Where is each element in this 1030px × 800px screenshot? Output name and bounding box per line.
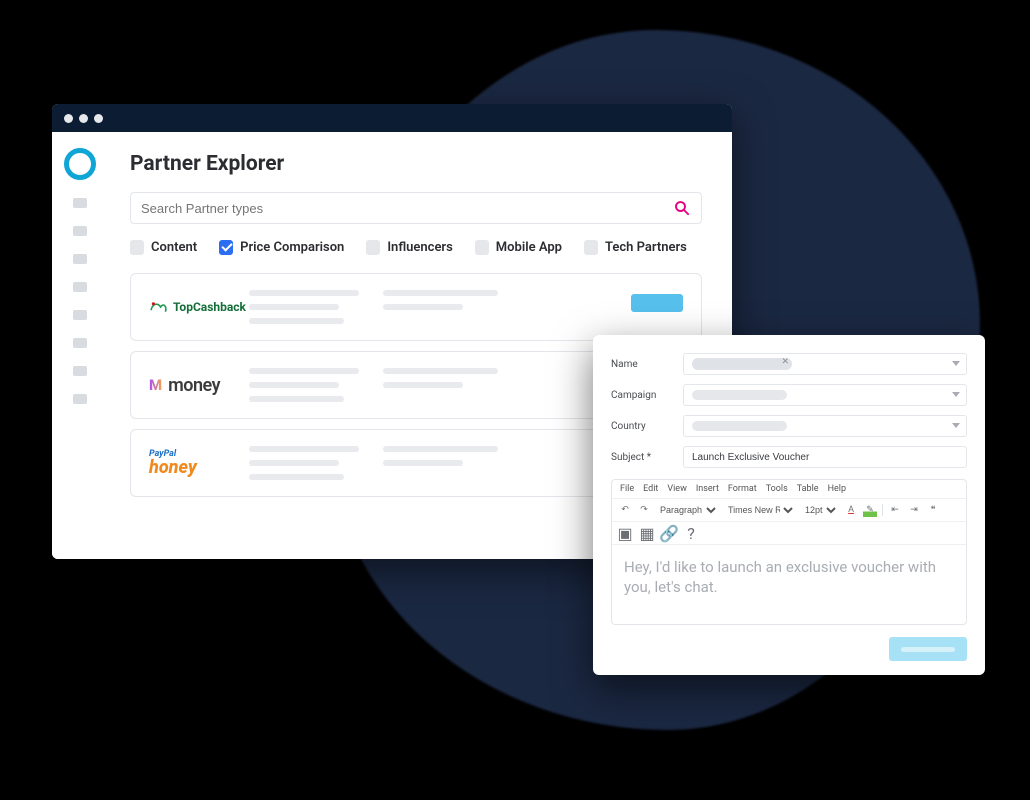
name-select[interactable] — [683, 353, 967, 375]
quote-icon[interactable]: ❝ — [926, 503, 940, 517]
filter-mobile-app[interactable]: Mobile App — [475, 240, 562, 255]
sidebar-item[interactable] — [73, 198, 87, 208]
filter-influencers[interactable]: Influencers — [366, 240, 452, 255]
textcolor-icon[interactable]: A — [844, 503, 858, 517]
filter-tech-partners[interactable]: Tech Partners — [584, 240, 687, 255]
search-icon — [673, 199, 691, 217]
sidebar — [52, 132, 108, 559]
label-country: Country — [611, 421, 673, 432]
window-dot-max[interactable] — [94, 114, 103, 123]
sidebar-item[interactable] — [73, 282, 87, 292]
page-title: Partner Explorer — [130, 152, 702, 176]
link-icon[interactable]: 🔗 — [662, 526, 676, 540]
sidebar-item[interactable] — [73, 338, 87, 348]
partner-card[interactable]: TopCashback — [130, 273, 702, 341]
filter-content[interactable]: Content — [130, 240, 197, 255]
label-name: Name — [611, 359, 673, 370]
menu-edit[interactable]: Edit — [643, 484, 658, 494]
sidebar-item[interactable] — [73, 394, 87, 404]
indent-icon[interactable]: ⇥ — [907, 503, 921, 517]
compose-panel: Name Campaign Country Subject * File Edi… — [593, 335, 985, 675]
search-input[interactable] — [141, 201, 673, 216]
menu-view[interactable]: View — [667, 484, 686, 494]
country-select[interactable] — [683, 415, 967, 437]
sidebar-item[interactable] — [73, 366, 87, 376]
sidebar-item[interactable] — [73, 310, 87, 320]
editor-toolbar-2: ▣ ▦ 🔗 ? — [612, 522, 966, 545]
highlight-icon[interactable]: ✎ — [863, 503, 877, 517]
chevron-down-icon — [952, 361, 960, 366]
label-subject: Subject * — [611, 452, 673, 463]
label-campaign: Campaign — [611, 390, 673, 401]
name-tag[interactable] — [692, 358, 792, 370]
menu-tools[interactable]: Tools — [766, 484, 788, 494]
campaign-select[interactable] — [683, 384, 967, 406]
fontsize-select[interactable]: 12pt — [801, 504, 839, 516]
window-dot-min[interactable] — [79, 114, 88, 123]
subject-input[interactable] — [683, 446, 967, 468]
menu-table[interactable]: Table — [797, 484, 819, 494]
redo-icon[interactable]: ↷ — [637, 503, 651, 517]
filter-row: Content Price Comparison Influencers Mob… — [130, 240, 702, 255]
subject-field[interactable] — [692, 452, 958, 463]
partner-logo-honey: PayPalhoney — [149, 450, 249, 477]
partner-action-button[interactable] — [631, 294, 683, 312]
menu-insert[interactable]: Insert — [696, 484, 719, 494]
undo-icon[interactable]: ↶ — [618, 503, 632, 517]
sidebar-item[interactable] — [73, 254, 87, 264]
editor-menubar: File Edit View Insert Format Tools Table… — [612, 480, 966, 499]
editor-body[interactable]: Hey, I'd like to launch an exclusive vou… — [612, 545, 966, 624]
menu-help[interactable]: Help — [828, 484, 846, 494]
image-icon[interactable]: ▣ — [618, 526, 632, 540]
send-button[interactable] — [889, 637, 967, 661]
rich-text-editor: File Edit View Insert Format Tools Table… — [611, 479, 967, 625]
window-dot-close[interactable] — [64, 114, 73, 123]
editor-toolbar: ↶ ↷ Paragraph Times New R… 12pt A ✎ ⇤ ⇥ … — [612, 499, 966, 522]
sidebar-item[interactable] — [73, 226, 87, 236]
chevron-down-icon — [952, 423, 960, 428]
outdent-icon[interactable]: ⇤ — [888, 503, 902, 517]
search-bar[interactable] — [130, 192, 702, 224]
menu-file[interactable]: File — [620, 484, 634, 494]
help-icon[interactable]: ? — [684, 526, 698, 540]
chevron-down-icon — [952, 392, 960, 397]
window-titlebar — [52, 104, 732, 132]
app-logo-icon — [64, 148, 96, 180]
table-icon[interactable]: ▦ — [640, 526, 654, 540]
partner-logo-money: Mmoney — [149, 375, 249, 396]
paragraph-select[interactable]: Paragraph — [656, 504, 719, 516]
font-select[interactable]: Times New R… — [724, 504, 796, 516]
partner-logo-topcashback: TopCashback — [149, 299, 249, 315]
menu-format[interactable]: Format — [728, 484, 757, 494]
filter-price-comparison[interactable]: Price Comparison — [219, 240, 344, 255]
